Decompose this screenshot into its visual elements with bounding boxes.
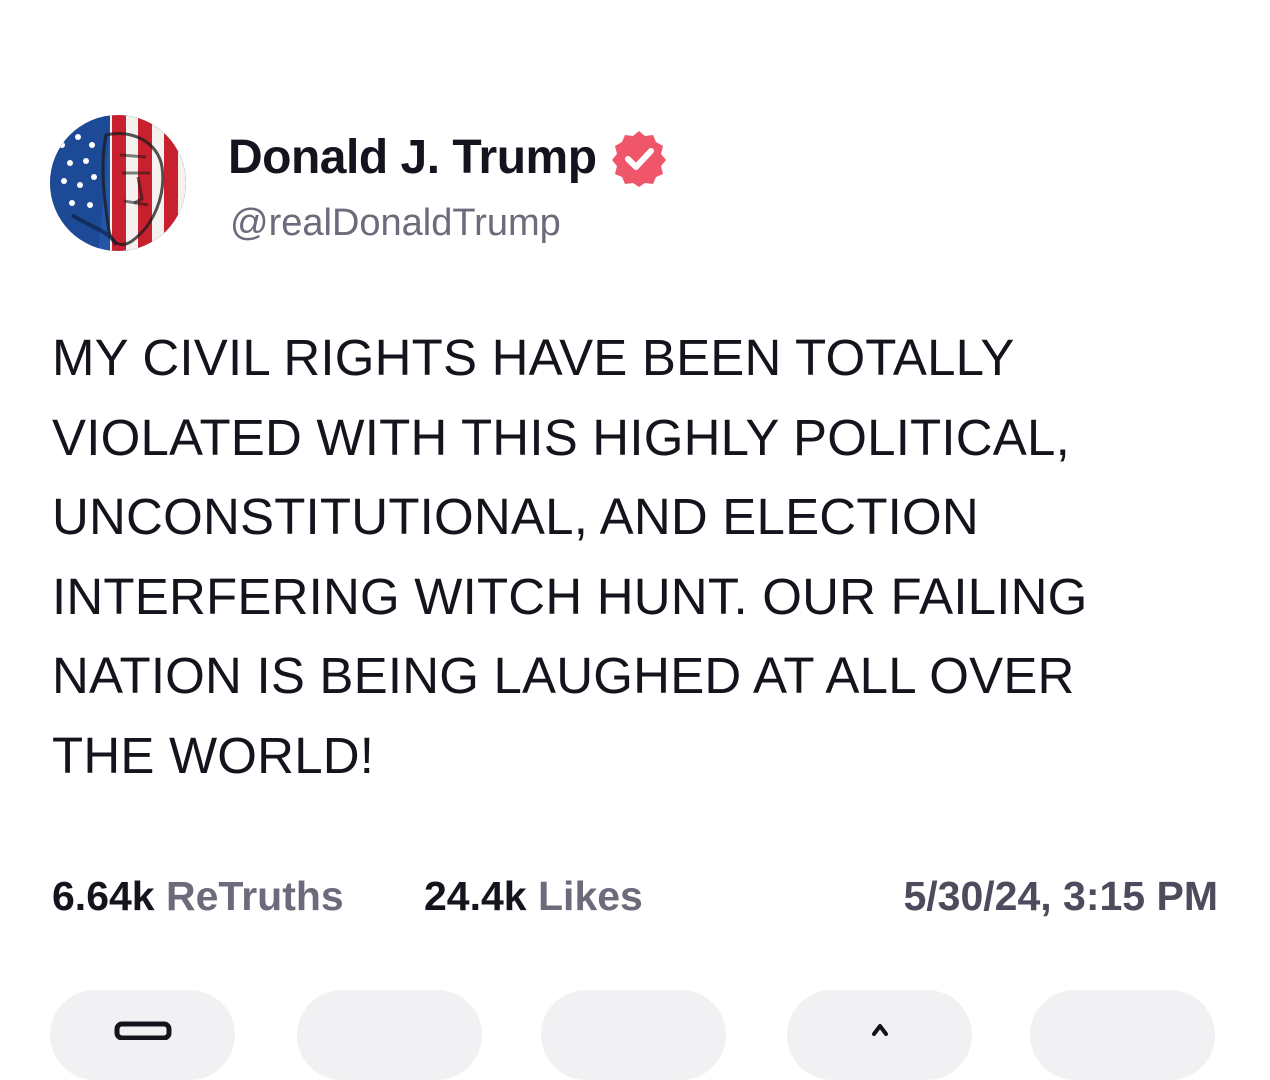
- more-icon: [1103, 1020, 1143, 1040]
- author-display-name[interactable]: Donald J. Trump: [228, 129, 597, 187]
- author-handle[interactable]: @realDonaldTrump: [230, 199, 561, 247]
- post-timestamp: 5/30/24, 3:15 PM: [903, 873, 1218, 919]
- likes-stat[interactable]: 24.4k Likes: [424, 868, 643, 924]
- retruth-button[interactable]: [297, 990, 482, 1080]
- author-name-row: Donald J. Trump: [228, 128, 669, 188]
- share-button[interactable]: [787, 990, 972, 1080]
- likes-label: Likes: [538, 873, 643, 919]
- retruth-icon: [370, 1020, 410, 1040]
- post-stats: 6.64k ReTruths 24.4k Likes 5/30/24, 3:15…: [52, 868, 1222, 924]
- reply-icon: [114, 1021, 171, 1040]
- retruths-label: ReTruths: [166, 873, 344, 919]
- likes-count: 24.4k: [424, 873, 527, 919]
- like-button[interactable]: [541, 990, 726, 1080]
- verified-badge-icon: [611, 131, 666, 187]
- action-bar: [0, 990, 1270, 1080]
- reply-button[interactable]: [50, 990, 235, 1080]
- more-button[interactable]: [1030, 990, 1215, 1080]
- avatar[interactable]: [50, 115, 186, 251]
- avatar-flag-portrait-icon: [50, 115, 186, 251]
- truth-post: Donald J. Trump @realDonaldTrump MY CIVI…: [0, 0, 1270, 1080]
- retruths-count: 6.64k: [52, 873, 155, 919]
- retruths-stat[interactable]: 6.64k ReTruths: [52, 868, 344, 924]
- like-icon: [614, 1020, 654, 1040]
- post-body-text: MY CIVIL RIGHTS HAVE BEEN TOTALLY VIOLAT…: [52, 329, 1088, 784]
- share-icon: [871, 1024, 888, 1036]
